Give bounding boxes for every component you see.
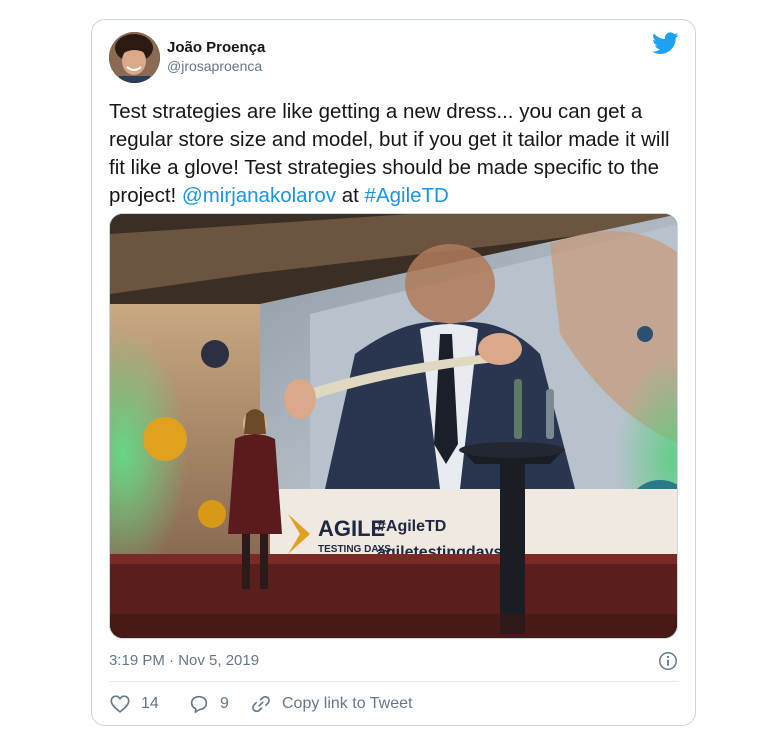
display-name[interactable]: João Proença (167, 38, 265, 57)
conference-stage-photo: AGILE TESTING DAYS #AgileTD agiletesting… (110, 214, 677, 638)
divider (109, 681, 679, 682)
banner-hashtag: #AgileTD (377, 518, 446, 535)
tweet-meta: 3:19 PM · Nov 5, 2019 (109, 650, 679, 672)
reply-count: 9 (220, 695, 229, 712)
reply-button[interactable]: 9 (188, 692, 229, 716)
copy-link-button[interactable]: Copy link to Tweet (250, 692, 412, 716)
reply-bubble-icon (190, 695, 208, 714)
copy-link-label: Copy link to Tweet (282, 695, 413, 712)
avatar-photo (109, 32, 160, 83)
tweet-text: Test strategies are like getting a new d… (109, 98, 679, 210)
twitter-bird-icon[interactable] (652, 32, 679, 55)
tweet-actions: 14 9 Copy link to Tweet (109, 692, 679, 716)
like-button[interactable]: 14 (109, 692, 159, 716)
tweet-connector: at (336, 184, 365, 207)
tweet-header: João Proença @jrosaproenca (109, 32, 679, 84)
tweet-card: João Proença @jrosaproenca Test strategi… (91, 19, 696, 726)
tweet-media-photo[interactable]: AGILE TESTING DAYS #AgileTD agiletesting… (109, 213, 678, 639)
author-names: João Proença @jrosaproenca (167, 38, 265, 76)
like-count: 14 (141, 695, 159, 712)
heart-icon (110, 695, 130, 713)
banner-brand-top: AGILE (318, 516, 385, 541)
info-icon[interactable] (657, 650, 679, 672)
avatar[interactable] (109, 32, 160, 83)
link-icon (252, 695, 270, 713)
timestamp[interactable]: 3:19 PM · Nov 5, 2019 (109, 652, 259, 669)
mention-link[interactable]: @mirjanakolarov (182, 184, 336, 207)
hashtag-link[interactable]: #AgileTD (365, 184, 449, 207)
handle[interactable]: @jrosaproenca (167, 57, 265, 76)
